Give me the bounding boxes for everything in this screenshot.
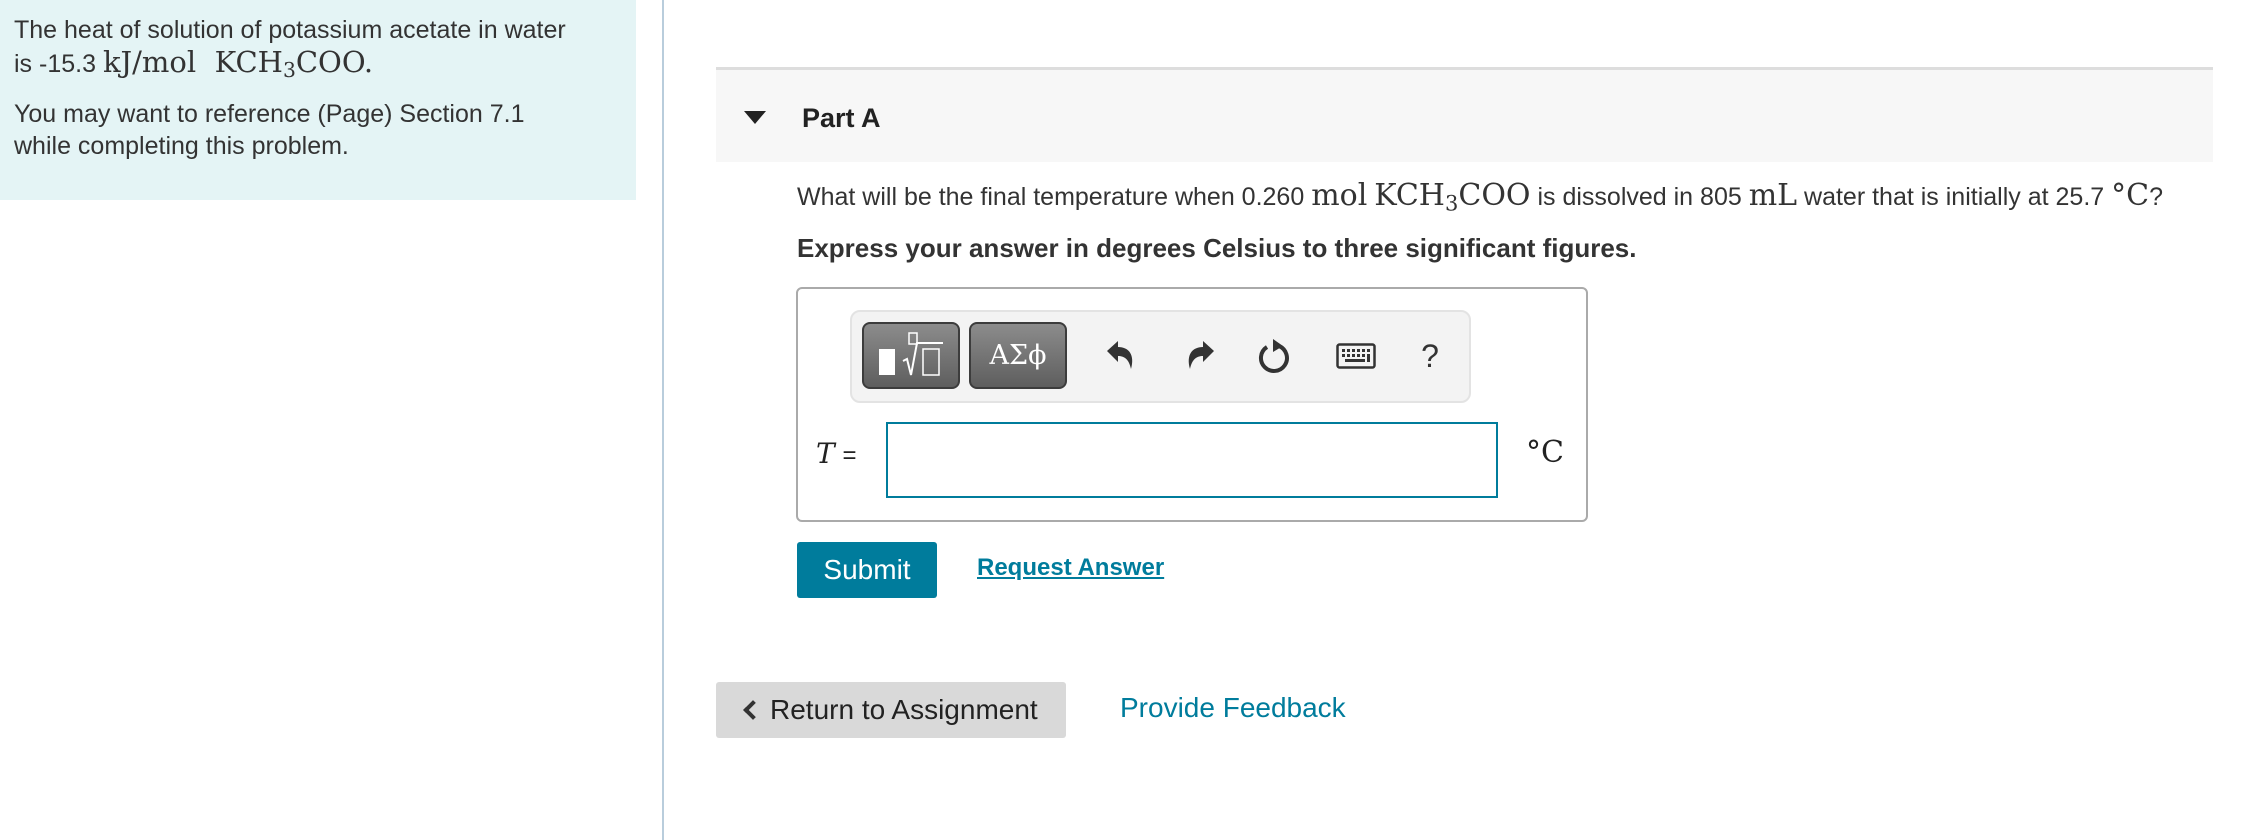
equals-sign: = [842,442,857,469]
unit-mol: mol [1311,178,1368,213]
answer-input[interactable] [886,422,1498,498]
formula-part: COO [295,45,364,79]
chevron-left-icon [743,700,763,720]
greek-symbols-button[interactable]: ΑΣϕ [969,322,1067,389]
formula-subscript: 3 [1444,191,1459,216]
reset-button[interactable] [1255,334,1295,378]
reference-text: You may want to reference (Page) Section… [14,98,622,162]
templates-icon [879,331,943,376]
question-text-part: What will be the final temperature when … [797,183,1312,211]
answer-unit: °C [1526,435,1564,470]
reference-line-1: You may want to reference (Page) Section… [14,100,525,128]
templates-button[interactable] [862,322,960,389]
request-answer-link[interactable]: Request Answer [977,554,1164,582]
question-mark: ? [2149,183,2163,211]
answer-instruction: Express your answer in degrees Celsius t… [797,233,1637,263]
unit-text: kJ/mol [102,45,197,79]
problem-intro-panel: The heat of solution of potassium acetat… [0,0,636,200]
help-icon: ? [1421,337,1439,374]
keyboard-button[interactable] [1330,334,1382,378]
panel-divider [662,0,664,840]
part-a-header[interactable]: Part A [716,67,2213,162]
intro-unit: kJ/mol KCH3COO. [102,45,374,83]
formula: KCH3COO [1374,178,1531,216]
undo-icon [1107,341,1133,369]
intro-value: is -15.3 [14,50,103,78]
reset-icon [1259,339,1289,373]
intro-line-1: The heat of solution of potassium acetat… [14,16,566,44]
unit-ml: mL [1748,178,1798,213]
keyboard-icon [1336,343,1376,369]
intro-text: The heat of solution of potassium acetat… [14,14,622,80]
part-title: Part A [802,103,881,133]
undo-button[interactable] [1102,334,1142,378]
period: . [363,45,374,79]
math-toolbar: ΑΣϕ ? [850,310,1471,403]
formula-subscript: 3 [282,58,296,83]
answer-variable-label: T = [816,437,856,470]
help-button[interactable]: ? [1410,334,1450,378]
redo-icon [1188,341,1214,369]
question-text-part: water that is initially at 25.7 [1797,183,2112,211]
return-label: Return to Assignment [770,694,1038,725]
question-text-part: is dissolved in 805 [1530,183,1749,211]
formula-part: KCH [1374,178,1445,213]
answer-box: ΑΣϕ ? T = °C [796,287,1588,522]
submit-button[interactable]: Submit [797,542,937,598]
unit-celsius: °C [2111,178,2150,213]
return-to-assignment-button[interactable]: Return to Assignment [716,682,1066,738]
formula-part: KCH [214,45,283,79]
greek-symbols-icon: ΑΣϕ [989,340,1047,371]
variable-symbol: T [816,437,835,470]
question-text: What will be the final temperature when … [797,178,2163,215]
reference-line-2: while completing this problem. [14,132,349,160]
redo-button[interactable] [1179,334,1219,378]
collapse-caret-icon[interactable] [744,111,766,124]
formula-part: COO [1458,178,1531,213]
provide-feedback-link[interactable]: Provide Feedback [1120,692,1346,724]
